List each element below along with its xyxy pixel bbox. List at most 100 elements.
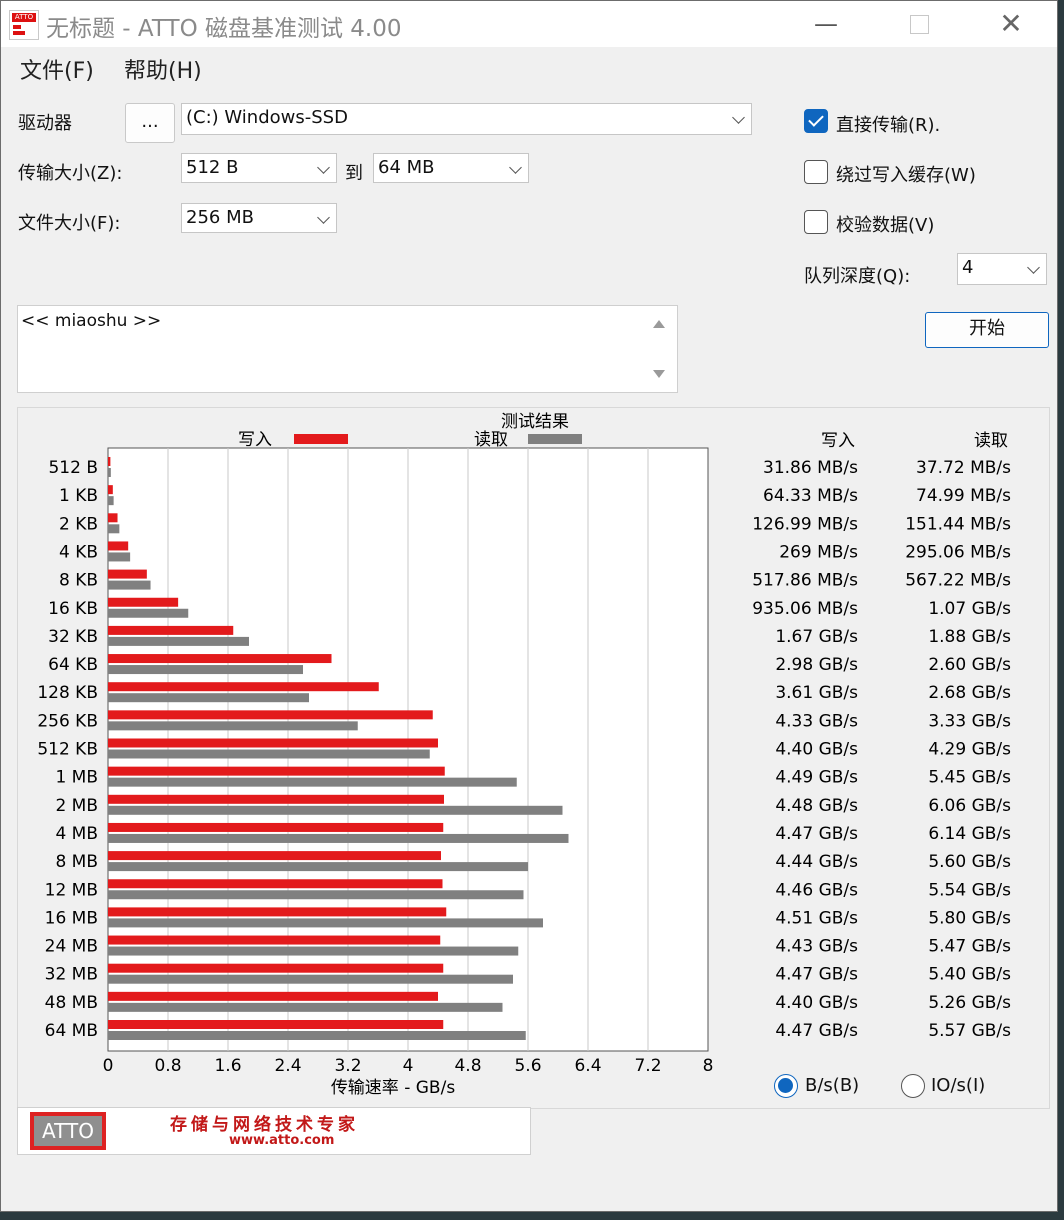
category-label: 8 KB <box>59 571 98 591</box>
browse-button[interactable]: ... <box>125 103 175 143</box>
bytes-per-second-label[interactable]: B/s(B) <box>805 1075 859 1096</box>
menu-help[interactable]: 帮助(H) <box>124 53 202 85</box>
transfer-size-to-select[interactable]: 64 MB <box>373 153 529 183</box>
write-value: 517.86 MB/s <box>752 571 858 591</box>
read-value: 4.29 GB/s <box>928 740 1011 760</box>
read-value: 151.44 MB/s <box>905 514 1011 534</box>
category-label: 16 KB <box>48 599 98 619</box>
minimize-button[interactable]: — <box>801 7 851 41</box>
menu-file[interactable]: 文件(F) <box>20 53 94 85</box>
queue-depth-label: 队列深度(Q): <box>804 266 911 287</box>
file-size-select[interactable]: 256 MB <box>181 203 337 233</box>
category-label: 1 MB <box>55 768 98 788</box>
write-bar <box>108 682 379 692</box>
description-textarea[interactable]: << miaoshu >> <box>17 305 678 393</box>
menu-bar: 文件(F) 帮助(H) <box>1 47 1057 87</box>
direct-io-checkbox[interactable] <box>804 109 828 133</box>
x-tick-label: 6.4 <box>574 1056 601 1076</box>
transfer-size-from-value: 512 B <box>186 157 239 178</box>
read-bar <box>108 468 111 477</box>
io-per-second-label[interactable]: IO/s(I) <box>931 1075 985 1096</box>
scroll-down-icon[interactable] <box>653 370 665 378</box>
category-label: 128 KB <box>37 683 98 703</box>
read-bar <box>108 1031 526 1040</box>
read-value: 37.72 MB/s <box>916 458 1011 478</box>
x-tick-label: 7.2 <box>634 1056 661 1076</box>
description-text: << miaoshu >> <box>21 311 162 331</box>
chevron-down-icon <box>1027 261 1040 274</box>
write-value: 4.51 GB/s <box>775 908 858 928</box>
write-bar <box>108 794 444 804</box>
results-chart: 测试结果 写入 读取 512 B 1 KB 2 KB 4 KB 8 KB 16 KB 32 … <box>37 412 1011 1098</box>
bypass-cache-label[interactable]: 绕过写入缓存(W) <box>836 161 976 187</box>
atto-banner[interactable]: ATTO 存储与网络技术专家 www.atto.com <box>17 1107 531 1155</box>
write-bar <box>108 879 443 889</box>
category-label: 64 KB <box>48 655 98 675</box>
category-label: 24 MB <box>45 937 98 957</box>
close-button[interactable]: ✕ <box>986 7 1036 41</box>
write-bar <box>108 963 444 973</box>
write-value: 4.33 GB/s <box>775 711 858 731</box>
drive-label: 驱动器 <box>18 113 72 134</box>
maximize-button[interactable] <box>894 7 944 41</box>
category-label: 256 KB <box>37 711 98 731</box>
drive-select[interactable]: (C:) Windows-SSD <box>181 103 752 135</box>
category-label: 64 MB <box>45 1021 98 1041</box>
read-bar <box>108 580 151 590</box>
category-label: 8 MB <box>55 852 98 872</box>
write-value: 4.47 GB/s <box>775 824 858 844</box>
category-label: 4 MB <box>55 824 98 844</box>
read-bar <box>108 833 569 843</box>
write-value: 126.99 MB/s <box>752 514 858 534</box>
category-label: 2 MB <box>55 796 98 816</box>
write-bar <box>108 935 441 945</box>
legend-write-label: 写入 <box>238 430 272 450</box>
read-value: 5.57 GB/s <box>928 1021 1011 1041</box>
io-per-second-radio[interactable] <box>901 1074 925 1098</box>
direct-io-label[interactable]: 直接传输(R). <box>836 111 940 137</box>
read-bar <box>108 946 519 956</box>
file-size-label: 文件大小(F): <box>18 213 121 234</box>
write-value: 3.61 GB/s <box>775 683 858 703</box>
write-value: 4.49 GB/s <box>775 768 858 788</box>
category-label: 48 MB <box>45 993 98 1013</box>
category-label: 2 KB <box>59 514 98 534</box>
x-tick-label: 5.6 <box>514 1056 541 1076</box>
scroll-up-icon[interactable] <box>653 320 665 328</box>
read-bar <box>108 721 358 731</box>
write-value: 269 MB/s <box>779 542 858 562</box>
write-bar <box>108 710 433 720</box>
write-bar <box>108 541 129 551</box>
x-tick-label: 2.4 <box>274 1056 301 1076</box>
verify-data-label[interactable]: 校验数据(V) <box>836 211 934 237</box>
category-label: 32 KB <box>48 627 98 647</box>
write-bar <box>108 569 147 579</box>
write-value: 4.47 GB/s <box>775 1021 858 1041</box>
drive-select-value: (C:) Windows-SSD <box>186 107 348 128</box>
queue-depth-select[interactable]: 4 <box>957 253 1047 285</box>
transfer-size-from-select[interactable]: 512 B <box>181 153 337 183</box>
write-bar <box>108 597 179 607</box>
read-bar <box>108 665 303 675</box>
atto-app-icon[interactable]: ATTO <box>9 10 39 40</box>
title-bar[interactable]: ATTO 无标题 - ATTO 磁盘基准测试 4.00 — ✕ <box>1 1 1057 47</box>
start-button[interactable]: 开始 <box>925 312 1049 348</box>
read-bar <box>108 777 517 787</box>
verify-data-checkbox[interactable] <box>804 210 828 234</box>
banner-url[interactable]: www.atto.com <box>229 1133 334 1148</box>
banner-slogan: 存储与网络技术专家 <box>170 1115 359 1135</box>
chevron-down-icon <box>509 161 522 174</box>
app-window: ATTO 无标题 - ATTO 磁盘基准测试 4.00 — ✕ 文件(F) 帮助… <box>0 0 1058 1212</box>
write-bar <box>108 738 438 748</box>
read-value: 5.54 GB/s <box>928 880 1011 900</box>
transfer-size-label: 传输大小(Z): <box>18 163 123 184</box>
maximize-icon <box>909 15 929 34</box>
bytes-per-second-radio[interactable] <box>774 1074 798 1098</box>
write-value: 4.43 GB/s <box>775 937 858 957</box>
read-value: 5.47 GB/s <box>928 937 1011 957</box>
write-bar <box>108 907 447 917</box>
main-panel: 驱动器 ... (C:) Windows-SSD 传输大小(Z): 512 B … <box>7 87 1051 1207</box>
read-value: 5.40 GB/s <box>928 965 1011 985</box>
bypass-cache-checkbox[interactable] <box>804 160 828 184</box>
read-value: 295.06 MB/s <box>905 542 1011 562</box>
